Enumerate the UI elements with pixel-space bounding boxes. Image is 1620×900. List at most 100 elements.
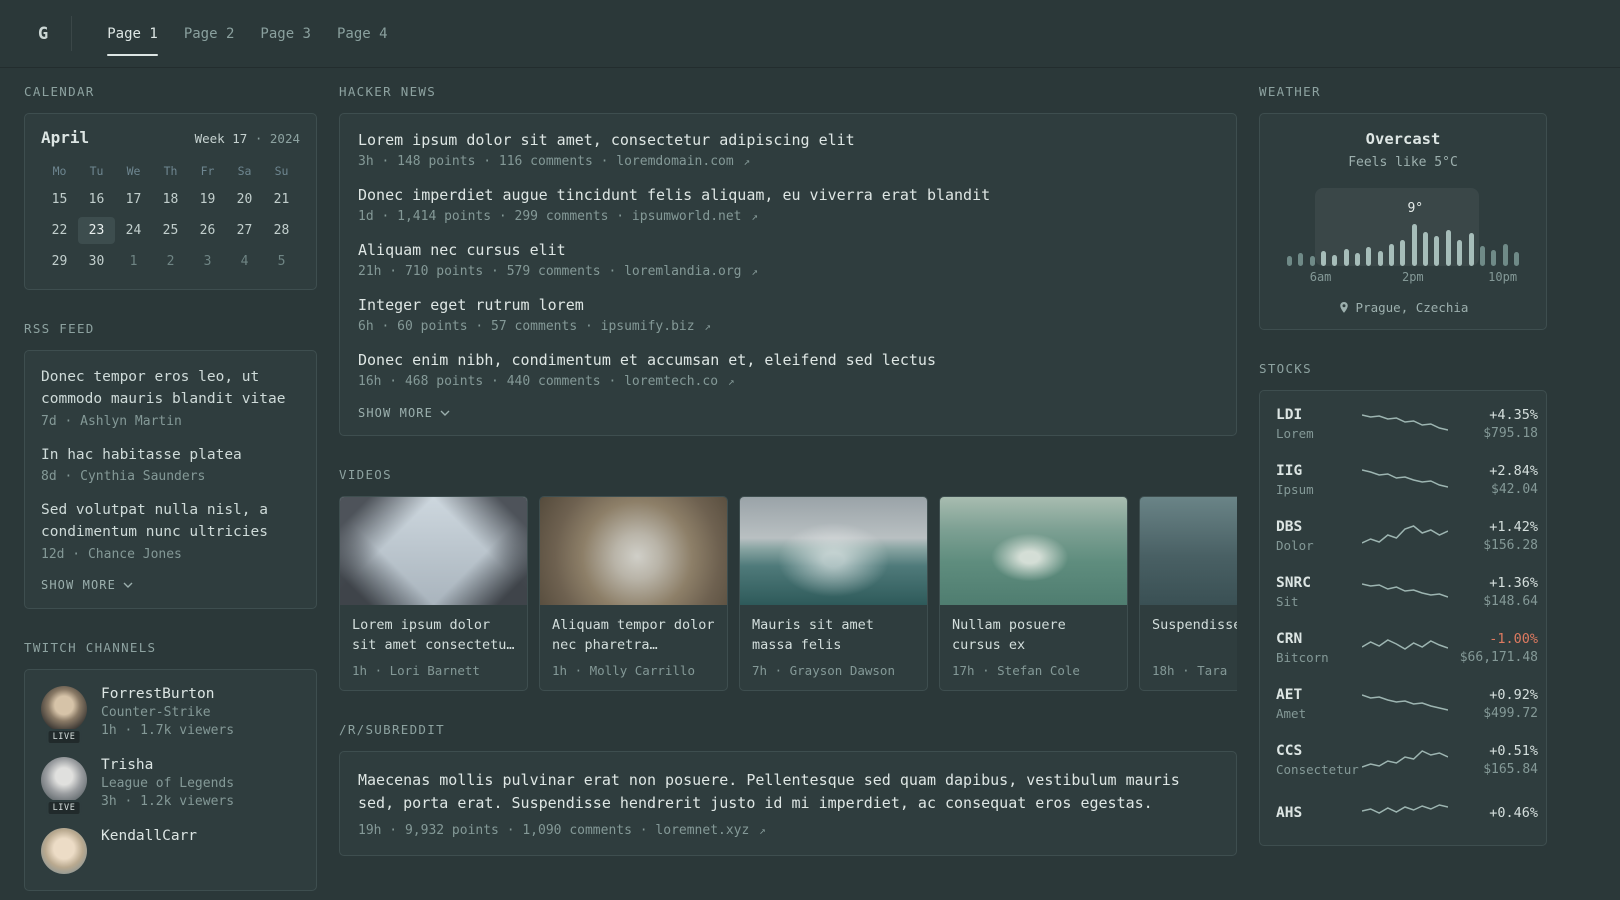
stock-price: $795.18: [1483, 426, 1538, 441]
news-item[interactable]: Aliquam nec cursus elit 21h · 710 points…: [358, 241, 1218, 279]
weather-time-labels: 6am 2pm 10pm: [1280, 270, 1526, 287]
stock-row[interactable]: CCS Consectetur +0.51% $165.84: [1276, 732, 1538, 788]
channel-info: KendallCarr: [101, 828, 197, 874]
stock-row[interactable]: IIG Ipsum +2.84% $42.04: [1276, 452, 1538, 508]
stock-row[interactable]: AET Amet +0.92% $499.72: [1276, 676, 1538, 732]
news-meta: 3h · 148 points · 116 comments · loremdo…: [358, 154, 1218, 169]
stock-sparkline: [1362, 689, 1448, 719]
tab-page-4[interactable]: Page 4: [324, 0, 401, 67]
calendar-day-next-month: 2: [166, 254, 175, 269]
tab-page-2[interactable]: Page 2: [171, 0, 248, 67]
news-meta: 16h · 468 points · 440 comments · loremt…: [358, 374, 1218, 389]
video-card[interactable]: Aliquam tempor dolor nec pharetra… 1h · …: [539, 496, 728, 691]
tab-page-3[interactable]: Page 3: [247, 0, 324, 67]
rss-item-title: In hac habitasse platea: [41, 446, 242, 463]
stock-row[interactable]: CRN Bitcorn -1.00% $66,171.48: [1276, 620, 1538, 676]
calendar-day: 28: [273, 223, 290, 238]
calendar-widget: CALENDAR April Week 17 · 2024 Mo Tu We T…: [24, 84, 317, 290]
external-link-icon: ↗: [704, 320, 711, 333]
news-meta: 21h · 710 points · 579 comments · loreml…: [358, 264, 1218, 279]
news-meta: 6h · 60 points · 57 comments · ipsumify.…: [358, 319, 1218, 334]
video-body: Aliquam tempor dolor nec pharetra… 1h · …: [540, 605, 727, 690]
calendar-dow: Tu: [89, 164, 104, 178]
video-card[interactable]: Nullam posuere cursus ex 17h · Stefan Co…: [939, 496, 1128, 691]
stock-id: AET Amet: [1276, 687, 1362, 721]
reddit-post-title[interactable]: Maecenas mollis pulvinar erat non posuer…: [358, 769, 1218, 816]
rss-card: Donec tempor eros leo, ut commodo mauris…: [24, 350, 317, 609]
stock-sparkline: [1362, 409, 1448, 439]
twitch-channel[interactable]: KendallCarr: [41, 827, 300, 874]
calendar-day-selected: 23: [78, 217, 115, 244]
calendar-dow: Sa: [237, 164, 252, 178]
calendar-day: 21: [273, 192, 290, 207]
calendar-card: April Week 17 · 2024 Mo Tu We Th Fr Sa S…: [24, 113, 317, 290]
stock-change: +1.42%: [1489, 519, 1538, 535]
right-column: WEATHER Overcast Feels like 5°C 9° 6am 2…: [1259, 84, 1547, 877]
stock-ticker: CCS: [1276, 743, 1303, 759]
news-item[interactable]: Integer eget rutrum lorem 6h · 60 points…: [358, 296, 1218, 334]
news-item[interactable]: Donec imperdiet augue tincidunt felis al…: [358, 186, 1218, 224]
twitch-channel[interactable]: LIVE ForrestBurton Counter-Strike 1h · 1…: [41, 685, 300, 745]
tab-page-1[interactable]: Page 1: [94, 0, 171, 67]
stock-id: AHS: [1276, 805, 1362, 824]
weather-peak-temp: 9°: [1407, 201, 1424, 216]
video-card[interactable]: Mauris sit amet massa felis 7h · Grayson…: [739, 496, 928, 691]
stock-id: DBS Dolor: [1276, 519, 1362, 553]
separator-dot: ·: [254, 131, 263, 146]
news-meta-text: 16h · 468 points · 440 comments · loremt…: [358, 374, 719, 389]
video-body: Nullam posuere cursus ex 17h · Stefan Co…: [940, 605, 1127, 690]
stock-values: -1.00% $66,171.48: [1448, 631, 1538, 665]
calendar-day: 19: [199, 192, 216, 207]
rss-widget: RSS FEED Donec tempor eros leo, ut commo…: [24, 321, 317, 609]
reddit-post-meta-text: 19h · 9,932 points · 1,090 comments · lo…: [358, 822, 750, 838]
avatar: LIVE: [41, 756, 87, 816]
calendar-dow: Mo: [52, 164, 67, 178]
videos-widget: VIDEOS Lorem ipsum dolor sit amet consec…: [339, 467, 1237, 691]
stock-ticker: SNRC: [1276, 575, 1311, 591]
calendar-day-next-month: 1: [129, 254, 138, 269]
weather-bars: [1280, 188, 1526, 266]
live-badge: LIVE: [46, 799, 82, 816]
video-meta: 7h · Grayson Dawson: [752, 663, 895, 678]
stock-values: +1.42% $156.28: [1448, 519, 1538, 553]
channel-avatar: [41, 827, 87, 874]
rss-item[interactable]: In hac habitasse platea 8d · Cynthia Sau…: [41, 445, 300, 485]
news-meta-text: 6h · 60 points · 57 comments · ipsumify.…: [358, 319, 695, 334]
stock-row[interactable]: SNRC Sit +1.36% $148.64: [1276, 564, 1538, 620]
twitch-card: LIVE ForrestBurton Counter-Strike 1h · 1…: [24, 668, 317, 891]
calendar-week-info: Week 17 · 2024: [195, 131, 300, 146]
reddit-section-title: /R/SUBREDDIT: [339, 722, 445, 737]
stock-row[interactable]: LDI Lorem +4.35% $795.18: [1276, 396, 1538, 452]
stock-values: +0.51% $165.84: [1448, 743, 1538, 777]
live-badge: LIVE: [46, 728, 82, 745]
twitch-channel[interactable]: LIVE Trisha League of Legends 3h · 1.2k …: [41, 756, 300, 816]
channel-avatar: [41, 685, 87, 732]
app-logo[interactable]: G: [30, 0, 73, 67]
news-item[interactable]: Donec enim nibh, condimentum et accumsan…: [358, 351, 1218, 389]
rss-item[interactable]: Sed volutpat nulla nisl, a condimentum n…: [41, 500, 300, 562]
location-pin-icon: [1339, 301, 1348, 313]
calendar-day-next-month: 5: [277, 254, 286, 269]
stocks-widget: STOCKS LDI Lorem +4.35% $795.18 IIG Ipsu…: [1259, 361, 1547, 846]
stock-row[interactable]: DBS Dolor +1.42% $156.28: [1276, 508, 1538, 564]
rss-show-more-button[interactable]: SHOW MORE: [41, 578, 300, 592]
twitch-widget: TWITCH CHANNELS LIVE ForrestBurton Count…: [24, 640, 317, 891]
video-card[interactable]: Lorem ipsum dolor sit amet consectetu… 1…: [339, 496, 528, 691]
news-item[interactable]: Lorem ipsum dolor sit amet, consectetur …: [358, 131, 1218, 169]
stock-row[interactable]: AHS +0.46%: [1276, 788, 1538, 840]
video-title: Suspendisse diam: [1152, 617, 1237, 633]
news-meta-text: 21h · 710 points · 579 comments · loreml…: [358, 264, 742, 279]
calendar-day: 16: [88, 192, 105, 207]
stock-ticker: AHS: [1276, 804, 1303, 821]
weather-section-title: WEATHER: [1259, 84, 1321, 99]
hackernews-card: Lorem ipsum dolor sit amet, consectetur …: [339, 113, 1237, 436]
hackernews-show-more-button[interactable]: SHOW MORE: [358, 406, 1218, 420]
stock-ticker: IIG: [1276, 463, 1303, 479]
rss-show-more-label: SHOW MORE: [41, 577, 116, 592]
rss-item[interactable]: Donec tempor eros leo, ut commodo mauris…: [41, 367, 300, 429]
stock-ticker: LDI: [1276, 407, 1303, 423]
video-card[interactable]: Suspendisse diam 18h · Tara: [1139, 496, 1237, 691]
stock-id: CRN Bitcorn: [1276, 631, 1362, 665]
rss-item-meta: 7d · Ashlyn Martin: [41, 413, 182, 429]
stock-sparkline: [1362, 577, 1448, 607]
